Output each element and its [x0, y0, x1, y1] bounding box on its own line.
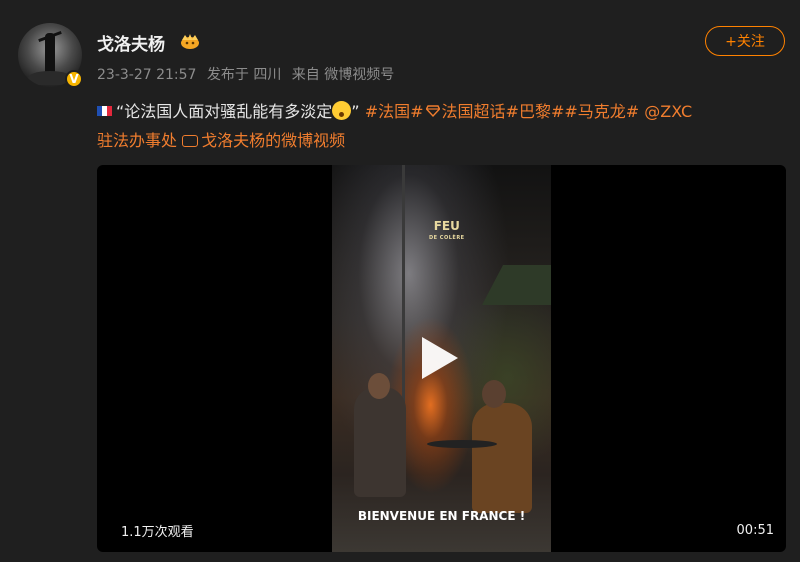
avatar-statue: [45, 33, 55, 73]
hashtag-france[interactable]: #法国#: [365, 102, 424, 121]
member-crown-icon: [181, 34, 199, 49]
astonished-emoji-icon: [332, 101, 352, 120]
post-quote-close: ”: [351, 102, 360, 121]
post-source: 来自 微博视频号: [291, 67, 395, 83]
overlay-subtitle-text: DE COLÈRE: [429, 235, 465, 241]
mention-handle: @ZXC: [644, 102, 693, 121]
post-location: 发布于 四川: [206, 67, 282, 83]
post-timestamp[interactable]: 23-3-27 21:57: [97, 67, 196, 83]
cafe-table: [427, 440, 497, 448]
supertopic-france[interactable]: 法国超话: [442, 102, 506, 121]
video-overlay-title: FEU DE COLÈRE: [429, 220, 465, 244]
username[interactable]: 戈洛夫杨: [97, 30, 165, 55]
supertopic-diamond-icon: [425, 105, 440, 117]
france-flag-icon: [97, 106, 112, 116]
person-left-head: [368, 373, 390, 399]
follow-button[interactable]: +关注: [705, 26, 785, 56]
view-count: 1.1万次观看: [121, 525, 194, 540]
video-caption: BIENVENUE EN FRANCE !: [357, 509, 526, 523]
video-player[interactable]: FEU DE COLÈRE BIENVENUE EN FRANCE ! 1.1万…: [97, 165, 786, 552]
video-duration: 00:51: [736, 523, 774, 538]
person-left: [354, 387, 406, 497]
post-text: “论法国人面对骚乱能有多淡定 ” #法国# 法国超话#巴黎##马克龙# @ZXC 驻法…: [97, 97, 787, 155]
hashtag-macron[interactable]: #马克龙#: [564, 102, 639, 121]
video-link-label: 戈洛夫杨的微博视频: [201, 131, 346, 150]
overlay-title-text: FEU: [433, 219, 460, 233]
person-right-head: [482, 380, 506, 408]
person-right: [472, 403, 532, 513]
hashtag-paris[interactable]: #巴黎#: [506, 102, 565, 121]
cafe-awning: [482, 265, 551, 305]
video-link[interactable]: 戈洛夫杨的微博视频: [182, 131, 345, 150]
play-icon[interactable]: [422, 337, 458, 379]
mention-handle-continued: 驻法办事处: [97, 131, 178, 150]
verified-icon: V: [65, 70, 83, 88]
post-quote: “论法国人面对骚乱能有多淡定: [116, 102, 333, 121]
video-icon: [182, 135, 199, 147]
post-meta: 23-3-27 21:57 发布于 四川 来自 微博视频号: [97, 64, 400, 84]
